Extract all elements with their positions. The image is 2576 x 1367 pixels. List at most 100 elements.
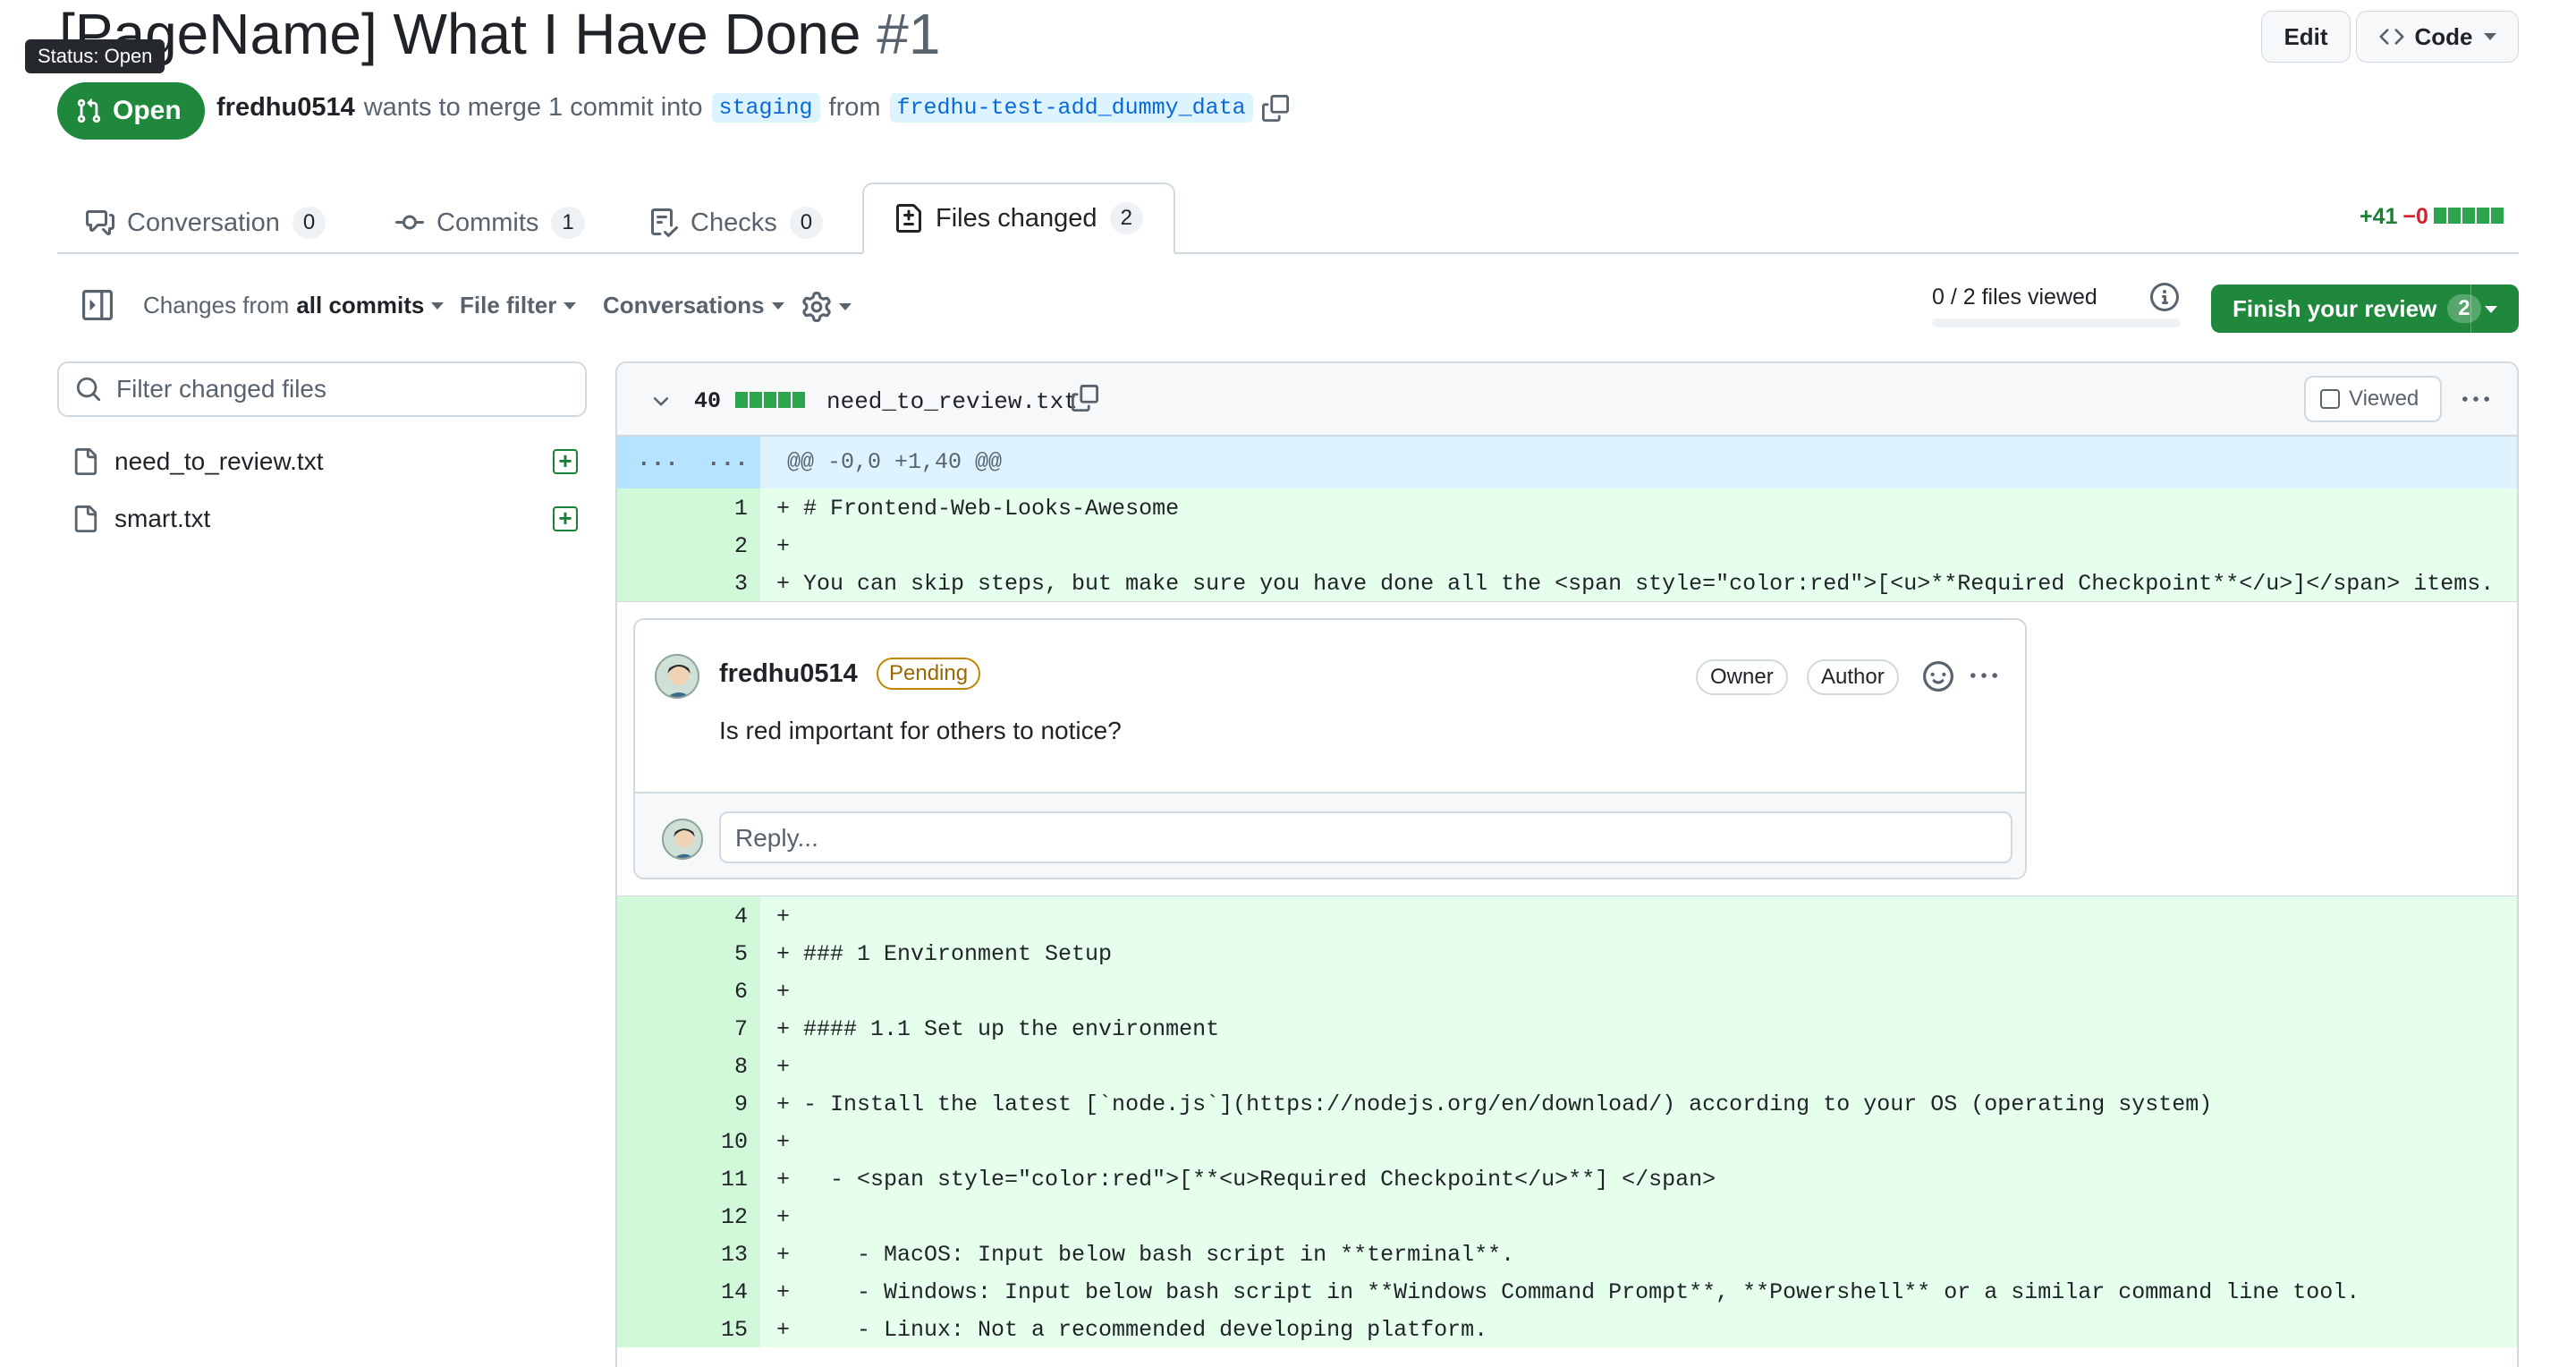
copy-icon[interactable]: [1261, 94, 1289, 122]
diff-line: 2 +: [617, 526, 2517, 564]
tab-count: 0: [789, 207, 824, 239]
diff-line: 6 +: [617, 972, 2517, 1009]
author-badge: Author: [1807, 659, 1899, 695]
line-code: +: [776, 979, 791, 1005]
sidebar-file-name: need_to_review.txt: [114, 447, 324, 475]
files-viewed-progress: [1932, 318, 2181, 327]
comment-body: Is red important for others to notice?: [719, 717, 1122, 744]
line-number[interactable]: 9: [617, 1091, 748, 1117]
smiley-icon[interactable]: [1923, 661, 1953, 692]
gear-icon: [802, 292, 831, 322]
kebab-horizontal-icon[interactable]: [1968, 663, 2000, 690]
tab-commits[interactable]: Commits 1: [395, 191, 585, 254]
expand-down-button[interactable]: ...: [707, 446, 749, 472]
button-divider: [2470, 284, 2471, 333]
file-filter-dropdown[interactable]: File filter: [460, 292, 577, 319]
tab-checks[interactable]: Checks 0: [649, 191, 824, 254]
expand-gutter[interactable]: ... ...: [617, 437, 760, 488]
checkbox-box[interactable]: [2320, 389, 2340, 409]
filter-files-input[interactable]: Filter changed files: [57, 361, 587, 417]
search-icon: [76, 377, 101, 402]
tab-count: 1: [551, 207, 585, 239]
line-code: + - Linux: Not a recommended developing …: [776, 1317, 1488, 1343]
edit-button[interactable]: Edit: [2261, 11, 2351, 63]
line-number[interactable]: 10: [617, 1129, 748, 1155]
reply-input[interactable]: Reply...: [719, 811, 2012, 863]
sidebar-file-item[interactable]: need_to_review.txt +: [72, 444, 578, 480]
head-branch[interactable]: fredhu-test-add_dummy_data: [889, 93, 1253, 123]
kebab-horizontal-icon[interactable]: [2460, 386, 2492, 413]
line-code: + #### 1.1 Set up the environment: [776, 1016, 1220, 1042]
deletions-count: −0: [2402, 204, 2428, 229]
line-code: + - Windows: Input below bash script in …: [776, 1279, 2360, 1305]
edit-label: Edit: [2284, 22, 2328, 50]
line-number[interactable]: 14: [617, 1279, 748, 1305]
hunk-header: @@ -0,0 +1,40 @@: [787, 449, 1003, 475]
expand-up-button[interactable]: ...: [637, 446, 679, 472]
pull-request-icon: [77, 98, 101, 123]
line-code: +: [776, 1204, 791, 1230]
chevron-down-icon[interactable]: [2485, 306, 2497, 313]
line-number[interactable]: 6: [617, 979, 748, 1005]
pr-number: #1: [877, 2, 941, 66]
finish-review-button[interactable]: Finish your review 2: [2211, 284, 2519, 333]
diff-line: 11 + - <span style="color:red">[**<u>Req…: [617, 1159, 2517, 1197]
comment-discussion-icon: [86, 210, 114, 235]
file-filter-label: File filter: [460, 292, 557, 318]
file-name[interactable]: need_to_review.txt: [826, 388, 1078, 415]
pending-badge: Pending: [877, 658, 981, 690]
line-number[interactable]: 15: [617, 1317, 748, 1343]
finish-review-label: Finish your review: [2233, 294, 2437, 322]
from-text: from: [828, 93, 881, 122]
line-number[interactable]: 2: [617, 533, 748, 559]
base-branch[interactable]: staging: [711, 93, 820, 123]
line-code: + - <span style="color:red">[**<u>Requir…: [776, 1167, 1716, 1193]
changes-from-dropdown[interactable]: Changes from all commits: [143, 292, 445, 319]
line-code: +: [776, 1054, 791, 1080]
file-icon: [74, 448, 97, 475]
line-number[interactable]: 11: [617, 1167, 748, 1193]
files-viewed-count: 0 / 2 files viewed: [1932, 284, 2097, 310]
pr-meta: fredhu0514 wants to merge 1 commit into …: [216, 93, 1289, 123]
sidebar-file-item[interactable]: smart.txt +: [72, 501, 578, 537]
diff-line: 15 + - Linux: Not a recommended developi…: [617, 1310, 2517, 1347]
diff-line: 4 +: [617, 896, 2517, 934]
line-code: +: [776, 904, 791, 930]
checklist-icon: [651, 208, 678, 237]
changes-prefix: Changes from: [143, 292, 290, 318]
line-code: + - MacOS: Input below bash script in **…: [776, 1242, 1515, 1268]
file-header: 40 need_to_review.txt Viewed: [617, 363, 2517, 437]
conversations-dropdown[interactable]: Conversations: [603, 292, 784, 319]
line-number[interactable]: 5: [617, 941, 748, 967]
tab-conversation[interactable]: Conversation 0: [86, 191, 326, 254]
comment-author[interactable]: fredhu0514: [719, 659, 858, 689]
line-number[interactable]: 13: [617, 1242, 748, 1268]
merge-text: wants to merge 1 commit into: [363, 93, 703, 122]
code-button[interactable]: Code: [2356, 11, 2519, 63]
sidebar-toggle-icon[interactable]: [82, 290, 113, 325]
line-number[interactable]: 7: [617, 1016, 748, 1042]
avatar[interactable]: [655, 654, 699, 699]
diff-settings-dropdown[interactable]: [801, 292, 852, 322]
tab-label: Checks: [691, 208, 777, 237]
tab-files-changed[interactable]: Files changed 2: [862, 183, 1175, 254]
code-label: Code: [2414, 22, 2473, 50]
chevron-down-icon: [771, 301, 784, 310]
line-code: + # Frontend-Web-Looks-Awesome: [776, 496, 1180, 522]
filter-placeholder: Filter changed files: [116, 375, 327, 403]
pr-author-link[interactable]: fredhu0514: [216, 93, 355, 123]
info-icon[interactable]: [2150, 283, 2179, 316]
viewed-checkbox[interactable]: Viewed: [2304, 376, 2442, 422]
copy-icon[interactable]: [1072, 385, 1098, 412]
chevron-down-icon: [431, 301, 445, 310]
tab-count: 0: [292, 207, 326, 239]
line-number[interactable]: 8: [617, 1054, 748, 1080]
diff-line: 9 + - Install the latest [`node.js`](htt…: [617, 1084, 2517, 1122]
chevron-down-icon[interactable]: [649, 390, 673, 413]
comment-thread: fredhu0514 Pending Owner Author Is red i…: [617, 601, 2517, 896]
line-number[interactable]: 12: [617, 1204, 748, 1230]
line-number[interactable]: 4: [617, 904, 748, 930]
line-number[interactable]: 1: [617, 496, 748, 522]
line-number[interactable]: 3: [617, 571, 748, 597]
diffstat: +41 −0: [2360, 204, 2505, 230]
